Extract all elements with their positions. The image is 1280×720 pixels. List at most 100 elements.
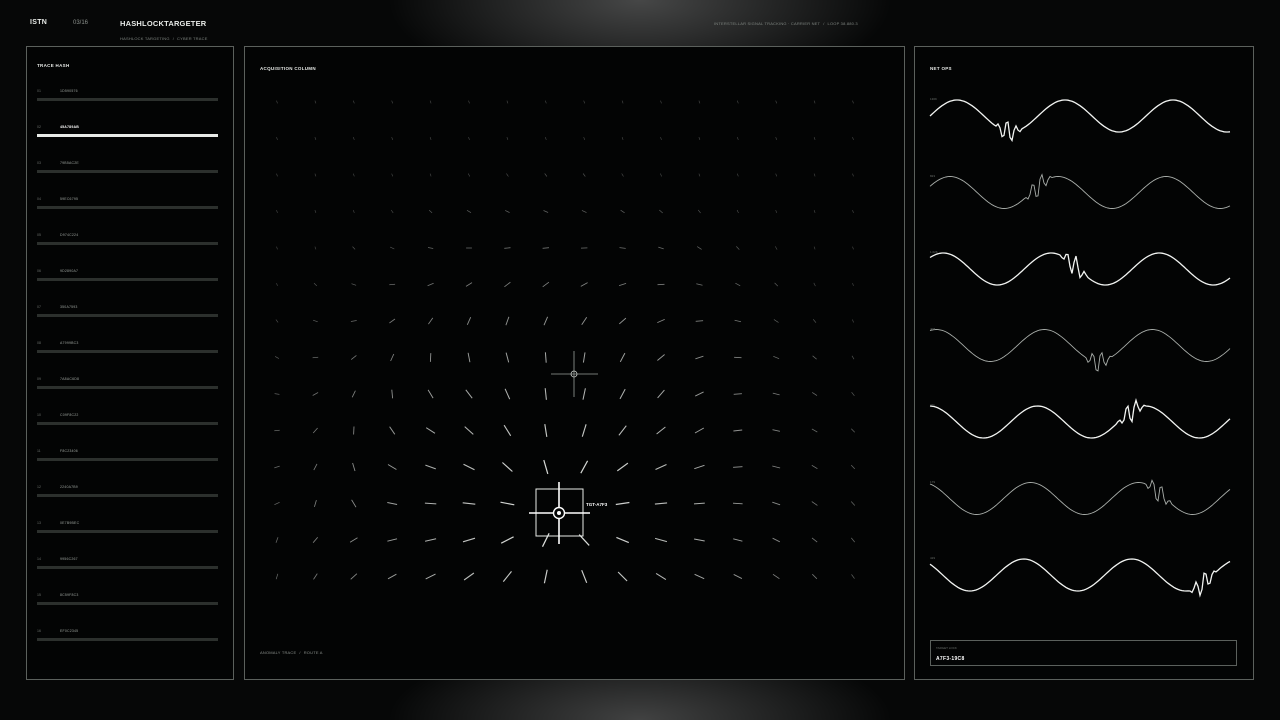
breadcrumb-separator: / bbox=[172, 36, 174, 41]
trace-hash-item[interactable]: 15 8C59F8C3 bbox=[37, 593, 218, 607]
field-vector bbox=[429, 173, 432, 177]
hash-progress-bar bbox=[37, 206, 218, 209]
field-vector bbox=[772, 465, 781, 469]
field-vector bbox=[813, 136, 816, 141]
field-vector bbox=[697, 246, 702, 250]
field-vector bbox=[813, 209, 816, 214]
hash-progress-bar bbox=[37, 278, 218, 281]
field-vector bbox=[389, 318, 396, 324]
trace-hash-item[interactable]: 05 D974C224 bbox=[37, 233, 218, 247]
target-reticle-icon[interactable] bbox=[529, 482, 590, 544]
trace-hash-item[interactable]: 16 EF0C2345 bbox=[37, 629, 218, 643]
hash-progress-bar bbox=[37, 638, 218, 641]
field-vector bbox=[694, 464, 705, 470]
trace-hash-panel: TRACE HASH 01 1D590576 02 45A789AB 03 79B5AC2… bbox=[26, 46, 234, 680]
field-vector bbox=[736, 209, 739, 214]
field-vector bbox=[772, 392, 780, 396]
field-vector bbox=[391, 389, 394, 399]
field-vector bbox=[850, 501, 856, 506]
field-vector bbox=[466, 210, 472, 213]
field-vector bbox=[772, 573, 780, 580]
trace-hash-item[interactable]: 02 45A789AB bbox=[37, 125, 218, 139]
field-vector bbox=[811, 392, 818, 396]
hash-progress-bar bbox=[37, 458, 218, 461]
field-vector bbox=[502, 462, 513, 472]
hash-index: 10 bbox=[37, 413, 41, 417]
footer-trace-label: ANOMALY TRACE bbox=[260, 650, 297, 655]
field-vector bbox=[774, 282, 779, 287]
field-vector bbox=[694, 391, 704, 397]
field-vector bbox=[620, 209, 625, 214]
breadcrumb: HASHLOCK TARGETING / CYBER TRACE bbox=[120, 36, 208, 41]
field-vector bbox=[312, 319, 318, 323]
target-lock-box[interactable]: TARGET LOCK A7F3-19C8 bbox=[930, 640, 1237, 666]
field-vector bbox=[351, 283, 357, 286]
status-loop: LOOP 38.880.3 bbox=[827, 21, 858, 26]
field-vector bbox=[852, 100, 854, 104]
trace-hash-item[interactable]: 06 9D2890A7 bbox=[37, 269, 218, 283]
field-vector bbox=[732, 502, 743, 505]
field-vector bbox=[391, 100, 393, 104]
target-lock-id: A7F3-19C8 bbox=[936, 656, 965, 662]
field-vector bbox=[737, 173, 739, 177]
waveform-line bbox=[929, 252, 1231, 286]
breadcrumb-item[interactable]: HASHLOCK TARGETING bbox=[120, 36, 170, 41]
target-label: TGT-A7F3 bbox=[586, 502, 608, 507]
field-vector bbox=[851, 391, 855, 397]
field-vector bbox=[813, 282, 816, 287]
hash-progress-bar bbox=[37, 170, 218, 173]
field-vector bbox=[693, 502, 705, 505]
field-vector bbox=[813, 100, 816, 104]
field-vector bbox=[314, 246, 317, 250]
trace-hash-item[interactable]: 07 350A7593 bbox=[37, 305, 218, 319]
field-vector bbox=[660, 136, 662, 141]
trace-hash-item[interactable]: 11 F8C23406 bbox=[37, 449, 218, 463]
waveform-value-label: 1309 bbox=[930, 97, 937, 101]
field-vector bbox=[350, 355, 357, 360]
trace-hash-item[interactable]: 04 59EC6795 bbox=[37, 197, 218, 211]
field-vector bbox=[697, 209, 701, 214]
breadcrumb-item[interactable]: CYBER TRACE bbox=[177, 36, 208, 41]
trace-hash-item[interactable]: 13 0E7B9BEC bbox=[37, 521, 218, 535]
waveform-line bbox=[929, 558, 1231, 598]
field-vector bbox=[352, 462, 356, 472]
field-vector bbox=[312, 392, 319, 396]
field-vector bbox=[659, 209, 663, 214]
field-vector bbox=[352, 246, 356, 250]
trace-hash-item[interactable]: 01 1D590576 bbox=[37, 89, 218, 103]
trace-hash-item[interactable]: 08 A7999BC3 bbox=[37, 341, 218, 355]
field-vector bbox=[698, 100, 701, 104]
hash-progress-bar bbox=[37, 134, 218, 137]
field-vector bbox=[314, 136, 317, 141]
field-vector bbox=[427, 389, 434, 399]
field-vector bbox=[429, 100, 432, 104]
field-vector bbox=[733, 538, 743, 542]
field-vector bbox=[276, 209, 278, 214]
field-vector bbox=[424, 538, 437, 542]
field-vector bbox=[462, 537, 476, 543]
status-network: INTERSTELLAR SIGNAL TRACKING · CARRIER N… bbox=[714, 21, 821, 26]
trace-hash-item[interactable]: 09 7A8AC6D8 bbox=[37, 377, 218, 391]
field-vector bbox=[427, 282, 434, 287]
trace-hash-item[interactable]: 03 79B5AC2E bbox=[37, 161, 218, 175]
trace-hash-item[interactable]: 12 2240A7B9 bbox=[37, 485, 218, 499]
field-vector bbox=[428, 317, 434, 325]
field-vector bbox=[654, 502, 668, 505]
field-vector bbox=[736, 246, 740, 250]
field-vector bbox=[351, 499, 357, 508]
vector-field-canvas[interactable]: TGT-A7F3 bbox=[245, 47, 904, 679]
field-vector bbox=[544, 173, 548, 177]
hash-code: 7A8AC6D8 bbox=[60, 377, 80, 381]
field-vector bbox=[735, 282, 741, 287]
field-vector bbox=[618, 425, 627, 436]
hash-code: A7999BC3 bbox=[60, 341, 79, 345]
hash-code: F8C23406 bbox=[60, 449, 78, 453]
field-vector bbox=[619, 352, 626, 363]
trace-hash-item[interactable]: 14 9956C267 bbox=[37, 557, 218, 571]
field-vector bbox=[275, 319, 279, 323]
trace-hash-item[interactable]: 10 C09F8C22 bbox=[37, 413, 218, 427]
field-vector bbox=[387, 538, 398, 542]
field-vector bbox=[389, 426, 396, 435]
field-vector bbox=[734, 319, 742, 323]
field-vector bbox=[811, 464, 818, 470]
